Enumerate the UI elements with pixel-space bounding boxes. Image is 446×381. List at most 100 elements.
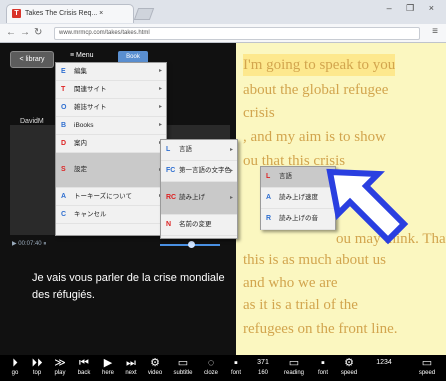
here-icon: ▶ xyxy=(103,357,113,369)
toolbar-button[interactable]: ⏮ back xyxy=(72,357,96,377)
numbers-icon: 1234 xyxy=(376,359,392,366)
menu-key: FC xyxy=(166,167,176,174)
toolbar-button[interactable]: ▪ font xyxy=(312,357,334,377)
url-field[interactable]: www.mrmcp.com/takes/takes.html xyxy=(54,27,420,40)
toolbar-button[interactable]: ≫ play xyxy=(48,357,72,377)
window-controls[interactable]: – ❐ × xyxy=(387,3,440,14)
speed-icon: ⚙ xyxy=(344,357,354,369)
transcript-line[interactable]: this is as much about us xyxy=(243,249,386,271)
subtitle-icon: ▭ xyxy=(177,357,189,369)
menu-item-read-sound[interactable]: R 読み上げの音 xyxy=(261,209,335,230)
menu-item-related-sites[interactable]: T 関連サイト ▸ xyxy=(56,81,166,99)
toolbar-label: play xyxy=(54,370,66,376)
menu-item-label: 設定 xyxy=(74,166,87,173)
main-menu: E編集▸ T関連サイト▸ O雑誌サイト▸ BiBooks▸ D案内▸ S設定▸ … xyxy=(55,62,167,236)
transcript-line[interactable]: , and my aim is to show xyxy=(243,126,386,148)
browser-tab[interactable]: T Takes The Crisis Req... × xyxy=(6,4,134,23)
toolbar-button[interactable]: ⏭ next xyxy=(120,357,142,377)
menu-item-label: 雑誌サイト xyxy=(74,104,107,111)
toolbar-button[interactable]: ⏵⏵ top xyxy=(26,357,48,377)
toolbar-label: speed xyxy=(340,370,358,376)
transcript-line[interactable]: as it is a trial of the xyxy=(243,294,358,316)
video-icon: ⚙ xyxy=(150,357,160,369)
menu-key: B xyxy=(61,122,67,129)
transcript-line[interactable]: refugees on the front line. xyxy=(243,318,398,340)
transcript-line[interactable]: and who we are xyxy=(243,272,338,294)
menu-key: N xyxy=(166,221,172,228)
toolbar-button[interactable]: ◌ cloze xyxy=(198,357,224,377)
menu-item-label: 第一言語の文字色 xyxy=(179,167,231,174)
menu-item-guide[interactable]: D案内▸ xyxy=(56,135,166,153)
toolbar-button[interactable]: ⏵ go xyxy=(4,357,26,377)
toolbar-button[interactable]: ▪ font xyxy=(224,357,248,377)
menu-item-rename[interactable]: N 名前の変更 xyxy=(161,215,237,236)
menu-item-edit[interactable]: E 編集 ▸ xyxy=(56,63,166,81)
back-icon: ⏮ xyxy=(79,357,89,369)
forward-nav-icon[interactable]: → xyxy=(20,27,30,38)
toolbar-button[interactable]: ⚙ speed xyxy=(336,357,362,377)
font-icon: ▪ xyxy=(234,357,238,369)
menu-item-magazine-sites[interactable]: O 雑誌サイト ▸ xyxy=(56,99,166,117)
transcript-line[interactable]: about the global refugee xyxy=(243,79,388,101)
toolbar-numbers[interactable]: 1234 xyxy=(364,357,404,369)
menu-item-label: 言語 xyxy=(279,173,292,180)
submenu-arrow-icon: ▸ xyxy=(229,168,233,174)
back-nav-icon[interactable]: ← xyxy=(6,27,16,38)
toolbar-label: 160 xyxy=(257,370,268,376)
address-bar-row: ← → ↻ www.mrmcp.com/takes/takes.html ≡ xyxy=(0,24,446,43)
menu-item-label: 読み上げ xyxy=(179,194,205,201)
top-icon: ⏵⏵ xyxy=(31,357,43,369)
tab-title: Takes The Crisis Req... × xyxy=(25,10,104,17)
menu-item-label: 名前の変更 xyxy=(179,221,212,228)
pointer-arrow-icon xyxy=(326,168,409,245)
toolbar-label: speed xyxy=(418,370,436,376)
menu-item-read-speed[interactable]: A 読み上げ速度 xyxy=(261,188,335,209)
transcript-line[interactable]: I'm going to speak to you xyxy=(243,54,396,76)
font2-icon: ▪ xyxy=(321,357,325,369)
submenu-arrow-icon: ▸ xyxy=(158,86,162,92)
read-aloud-submenu: L 言語 A 読み上げ速度 R 読み上げの音 xyxy=(260,166,336,230)
library-button[interactable]: < library xyxy=(10,51,54,68)
menu-item-voice-language[interactable]: L 言語 xyxy=(261,167,335,188)
menu-item-language[interactable]: L 言語 ▸ xyxy=(161,140,237,161)
transcript-line[interactable]: crisis xyxy=(243,102,275,124)
menu-item-label: 案内 xyxy=(74,140,87,147)
toolbar-label: reading xyxy=(283,370,304,376)
browser-menu-icon[interactable]: ≡ xyxy=(432,26,438,37)
menu-item-first-lang-color[interactable]: FC 第一言語の文字色 ▸ xyxy=(161,161,237,182)
menu-item-label: 読み上げ速度 xyxy=(279,194,318,201)
menu-key: D xyxy=(61,140,67,147)
submenu-arrow-icon: ▸ xyxy=(229,195,233,201)
menu-key: RC xyxy=(166,194,177,201)
browser-chrome: T Takes The Crisis Req... × – ❐ × ← → ↻ … xyxy=(0,0,446,43)
menu-key: A xyxy=(61,193,67,200)
speed2-icon: ▭ xyxy=(421,357,433,369)
menu-item-label: トーキーズについて xyxy=(74,193,132,200)
toolbar-button[interactable]: ▭ subtitle xyxy=(168,357,198,377)
menu-key: C xyxy=(61,211,67,218)
toolbar-label: next xyxy=(125,370,137,376)
menu-key: L xyxy=(166,146,171,153)
toolbar-counter: 371 160 xyxy=(250,357,276,377)
counter-icon: 371 xyxy=(257,359,269,366)
volume-knob[interactable] xyxy=(188,241,195,248)
toolbar-button[interactable]: ⚙ video xyxy=(142,357,168,377)
menu-item-about[interactable]: Aトーキーズについて▸ xyxy=(56,188,166,206)
menu-key: E xyxy=(61,68,66,75)
reload-icon[interactable]: ↻ xyxy=(34,27,42,38)
speaker-name: DavidM xyxy=(20,118,44,125)
new-tab-button[interactable] xyxy=(133,8,155,20)
menu-item-settings[interactable]: S設定▸ xyxy=(56,153,166,188)
seek-bar[interactable]: ▶ 00:07:40 ⏸ xyxy=(10,239,232,251)
menu-item-ibooks[interactable]: BiBooks ▸ xyxy=(56,117,166,135)
toolbar-button[interactable]: ▶ here xyxy=(96,357,120,377)
toolbar-label: cloze xyxy=(203,370,218,376)
go-icon: ⏵ xyxy=(12,357,18,369)
toolbar-button[interactable]: ▭ reading xyxy=(278,357,310,377)
ted-favicon-icon: T xyxy=(12,9,21,18)
menu-item-read-aloud[interactable]: RC 読み上げ ▸ xyxy=(161,182,237,215)
menu-button[interactable]: ≡ Menu xyxy=(70,52,94,59)
menu-item-cancel[interactable]: C キャンセル xyxy=(56,206,166,224)
toolbar-label: subtitle xyxy=(173,370,193,376)
toolbar-button[interactable]: ▭ speed xyxy=(412,357,442,377)
